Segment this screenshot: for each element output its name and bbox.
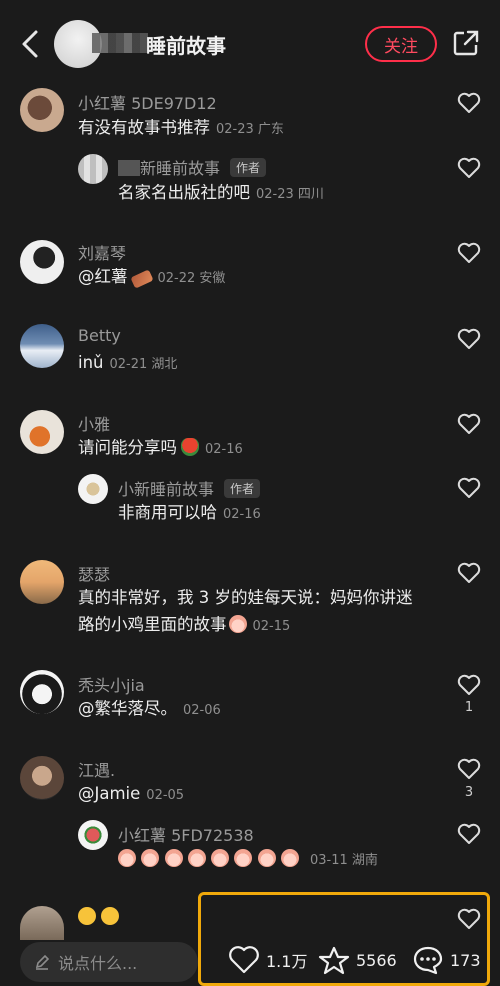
comment-username[interactable]: 小新睡前故事 作者: [118, 476, 261, 500]
heart-icon[interactable]: [457, 823, 481, 845]
highlight-box: [198, 892, 490, 986]
comment-text: @繁华落尽。 02-06: [78, 696, 221, 724]
rose-emoji: [181, 438, 199, 456]
comment-username[interactable]: 江遇.: [78, 757, 115, 781]
comment-text: @红薯 02-22 安徽: [78, 264, 225, 292]
user-avatar[interactable]: [20, 88, 64, 132]
user-avatar[interactable]: [20, 324, 64, 368]
back-arrow-icon[interactable]: [18, 28, 42, 60]
share-icon[interactable]: [453, 30, 479, 56]
comment-text: 名家名出版社的吧 02-23 四川: [118, 180, 324, 208]
comment-meta: 02-23 四川: [256, 187, 324, 202]
heart-icon[interactable]: [457, 477, 481, 499]
comment-meta: 02-16: [205, 442, 243, 457]
comment-meta: 02-23 广东: [216, 122, 284, 137]
heart-icon[interactable]: [457, 413, 481, 435]
user-avatar[interactable]: [20, 410, 64, 454]
comment-text: 非商用可以哈 02-16: [118, 500, 261, 528]
comment-body: 非商用可以哈: [118, 503, 217, 522]
user-avatar[interactable]: [20, 560, 64, 604]
comment-body: 名家名出版社的吧: [118, 183, 250, 202]
peach-emoji-row: [118, 849, 304, 868]
comment-username[interactable]: 小红薯 5DE97D12: [78, 90, 217, 114]
like-count: 3: [464, 785, 474, 800]
author-tag: 作者: [230, 158, 267, 177]
comment-username[interactable]: 小红薯 5FD72538: [118, 822, 254, 846]
comment-text: 03-11 湖南: [118, 846, 378, 874]
comment-meta: 02-22 安徽: [157, 271, 226, 286]
user-avatar[interactable]: [78, 154, 108, 184]
follow-button[interactable]: 关注: [365, 26, 437, 62]
heart-icon[interactable]: [457, 674, 481, 696]
comment-body: inǔ: [78, 353, 104, 372]
comment-meta: 02-21 湖北: [109, 357, 178, 372]
top-bar: 睡前故事 关注: [0, 0, 500, 88]
author-tag: 作者: [224, 479, 261, 498]
comment-username[interactable]: 新睡前故事 作者: [118, 155, 267, 179]
peach-emoji: [164, 849, 183, 867]
comment-body: @红薯: [78, 267, 128, 286]
comment-meta: 02-15: [252, 619, 291, 634]
comment-body: 路的小鸡里面的故事: [78, 615, 227, 634]
peach-emoji: [234, 849, 253, 867]
peach-emoji: [118, 849, 136, 867]
smile-emoji: [101, 907, 120, 925]
peach-emoji: [187, 849, 206, 867]
comment-username[interactable]: 瑟瑟: [78, 561, 110, 585]
peach-emoji: [280, 849, 299, 867]
comment-meta: 03-11 湖南: [310, 853, 378, 868]
user-avatar[interactable]: [78, 820, 108, 850]
blurred-author-name: [92, 33, 148, 53]
reply-username[interactable]: 新睡前故事: [140, 159, 220, 178]
comment-body: 有没有故事书推荐: [78, 118, 210, 137]
comment-text: 请问能分享吗 02-16: [78, 435, 243, 463]
user-avatar[interactable]: [20, 756, 64, 800]
peach-emoji: [141, 849, 160, 867]
comment-text: 路的小鸡里面的故事 02-15: [78, 612, 290, 640]
comment-text: inǔ 02-21 湖北: [78, 350, 177, 378]
comment-username[interactable]: 小雅: [78, 411, 110, 435]
comment-text-line1: 真的非常好，我 3 岁的娃每天说：妈妈你讲迷: [78, 588, 413, 607]
user-avatar[interactable]: [20, 240, 64, 284]
heart-icon[interactable]: [457, 562, 481, 584]
heart-icon[interactable]: [457, 157, 481, 179]
comment-meta: 02-06: [183, 703, 221, 718]
smile-emoji: [78, 907, 96, 925]
pencil-icon: [35, 954, 50, 970]
comment-input[interactable]: 说点什么...: [20, 942, 198, 982]
comment-input-placeholder: 说点什么...: [58, 954, 138, 973]
reply-username[interactable]: 小新睡前故事: [118, 480, 214, 499]
comment-username[interactable]: 刘嘉琴: [78, 240, 126, 264]
heart-icon[interactable]: [457, 328, 481, 350]
heart-icon[interactable]: [457, 758, 481, 780]
comment-text: 有没有故事书推荐 02-23 广东: [78, 115, 284, 143]
comment-meta: 02-05: [146, 788, 185, 803]
user-avatar[interactable]: [20, 906, 64, 940]
comment-body: @Jamie: [78, 784, 141, 803]
comment-text: @Jamie 02-05: [78, 781, 184, 809]
comment-body: 请问能分享吗: [78, 438, 177, 457]
heart-icon[interactable]: [457, 92, 481, 114]
user-avatar[interactable]: [20, 670, 64, 714]
like-count: 1: [464, 700, 474, 715]
heart-icon[interactable]: [457, 242, 481, 264]
comment-username[interactable]: 秃头小jia: [78, 672, 145, 696]
peach-emoji: [211, 849, 229, 867]
comment-username[interactable]: Betty: [78, 326, 121, 345]
author-name[interactable]: 睡前故事: [146, 30, 226, 59]
peach-emoji: [228, 615, 247, 633]
sweet-potato-emoji: [129, 269, 154, 289]
comment-body: @繁华落尽。: [78, 699, 177, 718]
comment-meta: 02-16: [223, 507, 261, 522]
user-avatar[interactable]: [78, 474, 108, 504]
peach-emoji: [257, 849, 276, 867]
comment-text: [78, 904, 120, 930]
